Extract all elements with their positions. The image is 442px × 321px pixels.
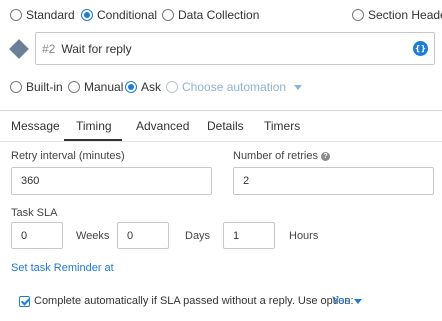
sla-weeks-input[interactable]: 0 <box>11 222 63 249</box>
weeks-label: Weeks <box>76 230 110 242</box>
radio-icon[interactable] <box>166 81 178 93</box>
chevron-down-icon <box>353 298 362 304</box>
auto-complete-option-dropdown[interactable]: Yes <box>332 295 362 307</box>
automation-ask-option[interactable]: Ask <box>125 80 161 94</box>
retries-input[interactable]: 2 <box>233 167 434 195</box>
hours-label: Hours <box>289 230 319 242</box>
type-conditional-option[interactable]: Conditional <box>81 8 157 22</box>
radio-checked-icon[interactable] <box>81 9 93 21</box>
radio-icon[interactable] <box>10 9 22 21</box>
tab-timing[interactable]: Timing <box>76 119 112 133</box>
radio-icon[interactable] <box>162 9 174 21</box>
type-data-collection-option[interactable]: Data Collection <box>162 8 259 22</box>
variables-icon[interactable]: {} <box>413 41 428 56</box>
automation-builtin-option[interactable]: Built-in <box>10 80 63 94</box>
type-standard-option[interactable]: Standard <box>10 8 75 22</box>
tab-details[interactable]: Details <box>207 119 244 133</box>
task-sla-label: Task SLA <box>11 207 58 219</box>
tab-bar: Message Timing Advanced Details Timers <box>0 111 442 141</box>
tab-advanced[interactable]: Advanced <box>136 119 189 133</box>
type-section-header-option[interactable]: Section Header <box>352 8 442 22</box>
sla-hours-input[interactable]: 1 <box>223 222 275 249</box>
step-name-field[interactable]: #2 Wait for reply {} <box>35 32 435 65</box>
tabs-divider <box>0 141 442 142</box>
auto-complete-checkbox[interactable] <box>19 296 30 307</box>
auto-complete-label: Complete automatically if SLA passed wit… <box>34 295 354 307</box>
sla-days-input[interactable]: 0 <box>117 222 169 249</box>
tab-timers[interactable]: Timers <box>264 119 300 133</box>
choose-automation-dropdown[interactable]: Choose automation <box>166 80 303 94</box>
days-label: Days <box>185 230 211 242</box>
radio-checked-icon[interactable] <box>125 81 137 93</box>
step-number: #2 <box>42 41 56 56</box>
set-reminder-link[interactable]: Set task Reminder at <box>11 262 114 274</box>
radio-icon[interactable] <box>352 9 364 21</box>
automation-manual-option[interactable]: Manual <box>68 80 123 94</box>
retry-interval-label: Retry interval (minutes) <box>11 150 125 162</box>
chevron-down-icon <box>294 84 303 90</box>
diamond-icon <box>9 39 29 59</box>
radio-icon[interactable] <box>10 81 22 93</box>
help-icon[interactable]: ? <box>320 152 330 161</box>
tab-message[interactable]: Message <box>11 119 60 133</box>
step-name-text: Wait for reply <box>61 41 132 56</box>
radio-icon[interactable] <box>68 81 80 93</box>
retry-interval-input[interactable]: 360 <box>11 167 212 195</box>
retries-label: Number of retries? <box>233 150 330 162</box>
